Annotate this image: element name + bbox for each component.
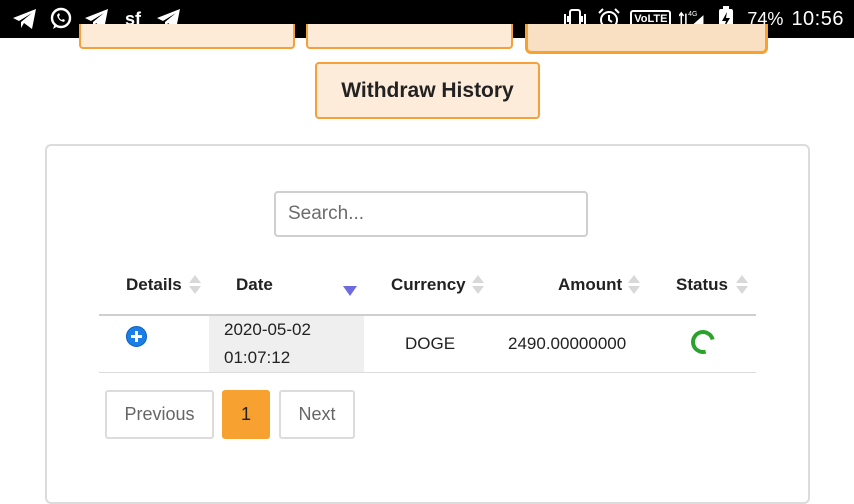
previous-page-button[interactable]: Previous [105, 390, 214, 439]
sort-icon[interactable] [189, 274, 201, 296]
column-header-details[interactable]: Details [126, 270, 182, 300]
row-currency: DOGE [405, 334, 456, 353]
telegram-icon [12, 6, 38, 32]
sort-icon[interactable] [736, 274, 748, 296]
column-header-date[interactable]: Date [236, 270, 273, 300]
top-tab-button-2[interactable] [306, 24, 513, 49]
column-header-currency[interactable]: Currency [391, 270, 466, 300]
top-tab-button-1[interactable] [79, 24, 295, 49]
top-tab-button-active[interactable] [525, 24, 768, 54]
row-divider [99, 372, 756, 373]
column-header-status[interactable]: Status [676, 270, 728, 300]
expand-details-icon[interactable] [126, 326, 147, 347]
next-page-button[interactable]: Next [279, 390, 355, 439]
row-time: 01:07:12 [224, 348, 291, 367]
sort-icon[interactable] [472, 274, 484, 296]
page-1-button[interactable]: 1 [222, 390, 270, 439]
network-type-label: 4G [689, 11, 698, 18]
row-date: 2020-05-02 [224, 320, 311, 339]
column-header-amount[interactable]: Amount [558, 270, 622, 300]
sort-descending-icon[interactable] [343, 286, 357, 296]
header-divider [99, 314, 756, 316]
search-input[interactable] [274, 191, 588, 237]
clock-time: 10:56 [791, 7, 844, 30]
whatsapp-icon [48, 6, 74, 32]
sort-icon[interactable] [628, 274, 640, 296]
withdraw-history-button[interactable]: Withdraw History [315, 62, 540, 119]
row-amount: 2490.00000000 [508, 334, 627, 353]
